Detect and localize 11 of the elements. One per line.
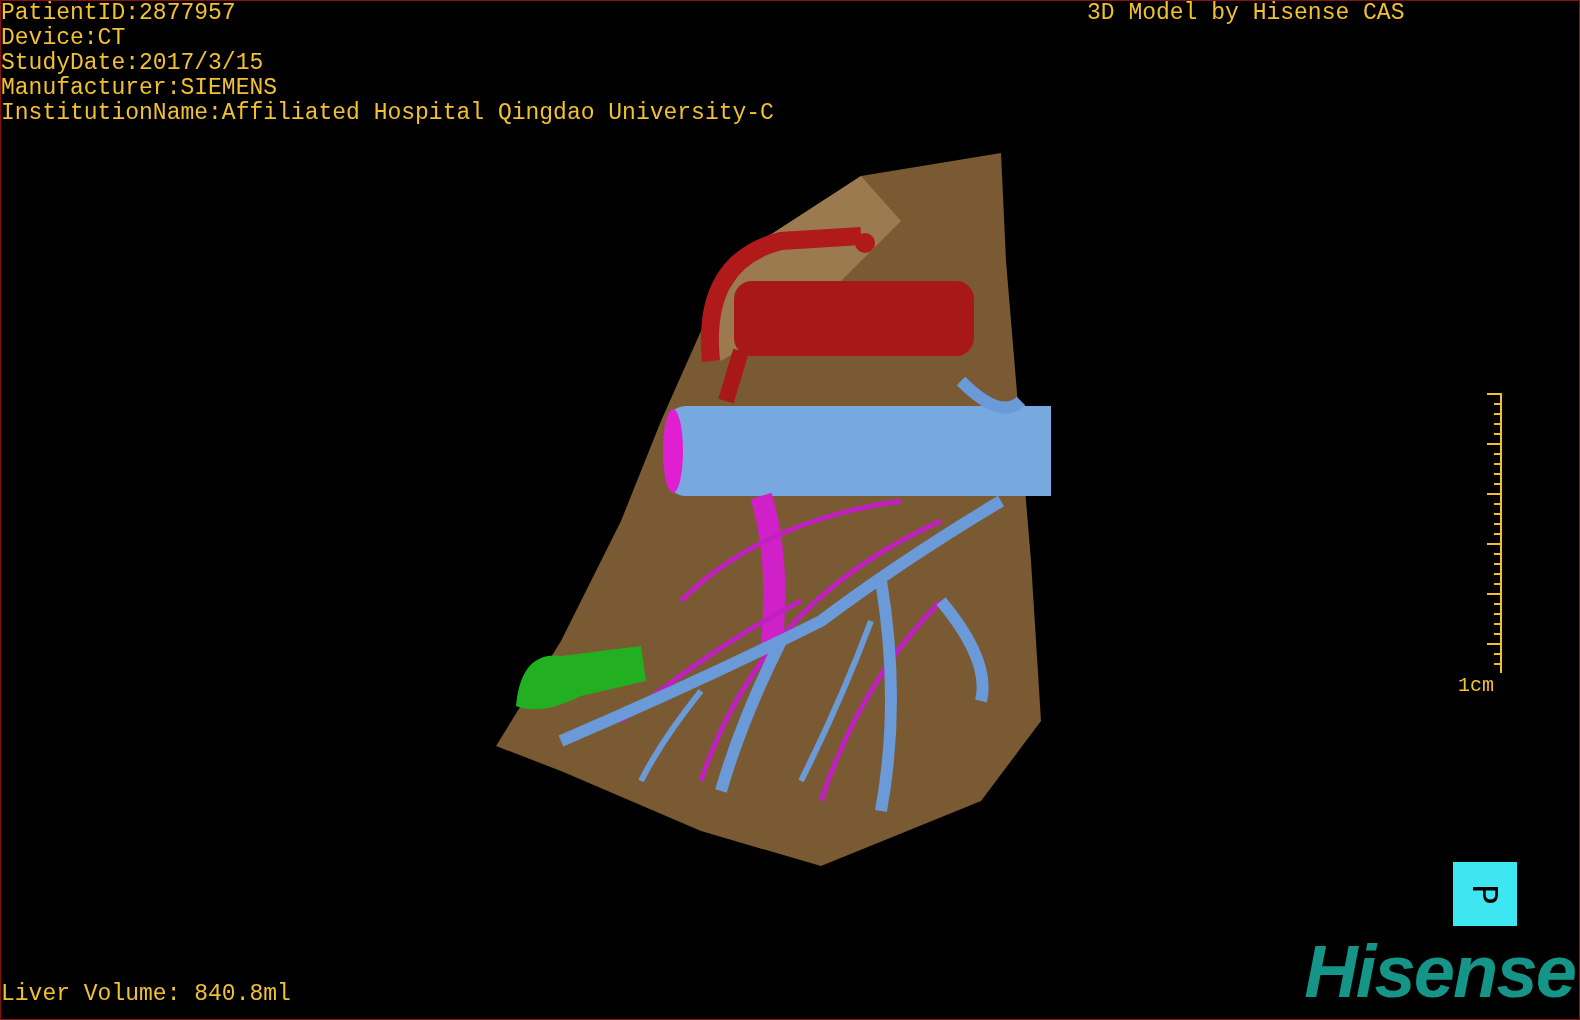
patient-info-text: Device:CT [1,26,127,51]
orientation-marker[interactable]: P [1453,862,1517,926]
patient-info-text: Manufacturer:SIEMENS [1,76,279,101]
patient-info-text: PatientID:2877957 [1,1,237,26]
patient-info-text: StudyDate:2017/3/15 [1,51,265,76]
scale-label: 1cm [1458,675,1494,697]
patient-info-text: InstitutionName:Affiliated Hospital Qingdao University-C [1,101,774,126]
orientation-label: P [1468,883,1502,905]
brand-logo: Hisense [1304,935,1575,1009]
liver-volume-text: Liver Volume: 840.8ml [1,982,291,1007]
model-credit-text: 3D Model by Hisense CAS [1087,1,1405,26]
